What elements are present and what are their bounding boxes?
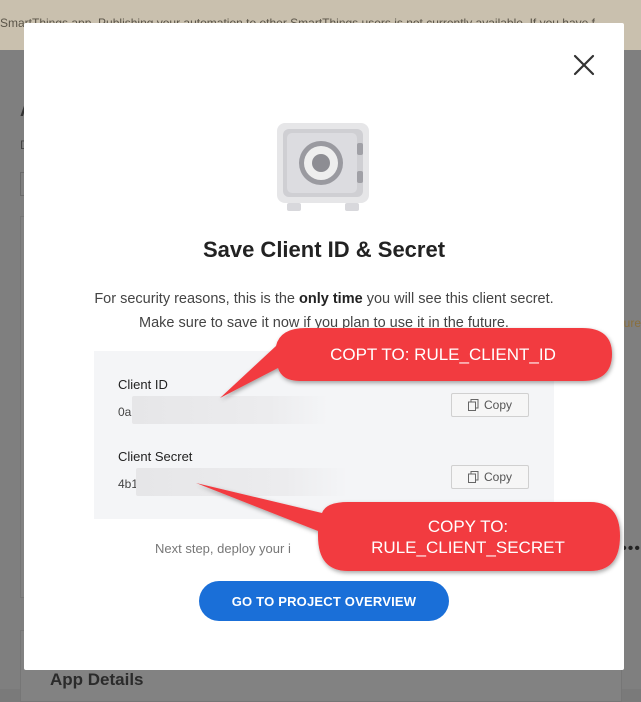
security-notice-emphasis: only time (299, 291, 363, 307)
callout-client-secret-line2: RULE_CLIENT_SECRET (371, 538, 565, 557)
client-secret-redacted (136, 468, 348, 496)
close-icon[interactable] (569, 50, 599, 80)
callout-client-secret-line1: COPY TO: (427, 517, 509, 536)
copy-icon (467, 399, 479, 411)
security-notice: For security reasons, this is the only t… (88, 287, 560, 335)
client-id-redacted (132, 396, 328, 424)
client-id-value[interactable]: 0a (118, 405, 131, 419)
client-id-label: Client ID (118, 377, 168, 392)
safe-icon (273, 121, 373, 213)
security-notice-part1: For security reasons, this is the (94, 291, 300, 307)
background-more-icon: ••• (621, 540, 641, 557)
copy-client-id-button[interactable]: Copy (451, 393, 529, 417)
go-to-project-overview-button[interactable]: GO TO PROJECT OVERVIEW (199, 581, 449, 621)
callout-client-id-text: COPT TO: RULE_CLIENT_ID (330, 345, 556, 364)
copy-client-id-label: Copy (483, 398, 512, 412)
app-details-heading: App Details (50, 670, 144, 689)
client-secret-label: Client Secret (118, 449, 193, 464)
modal-title: Save Client ID & Secret (202, 237, 446, 262)
credentials-panel: Client ID 0a Copy Client Secret 4b1 Copy (94, 351, 554, 519)
copy-client-secret-button[interactable]: Copy (451, 465, 529, 489)
callout-client-secret-text: COPY TO: RULE_CLIENT_SECRET (318, 516, 618, 558)
copy-icon (467, 471, 479, 483)
background-side-text: ure (623, 316, 641, 330)
copy-client-secret-label: Copy (483, 470, 512, 484)
next-step-text: Next step, deploy your i (155, 541, 291, 556)
